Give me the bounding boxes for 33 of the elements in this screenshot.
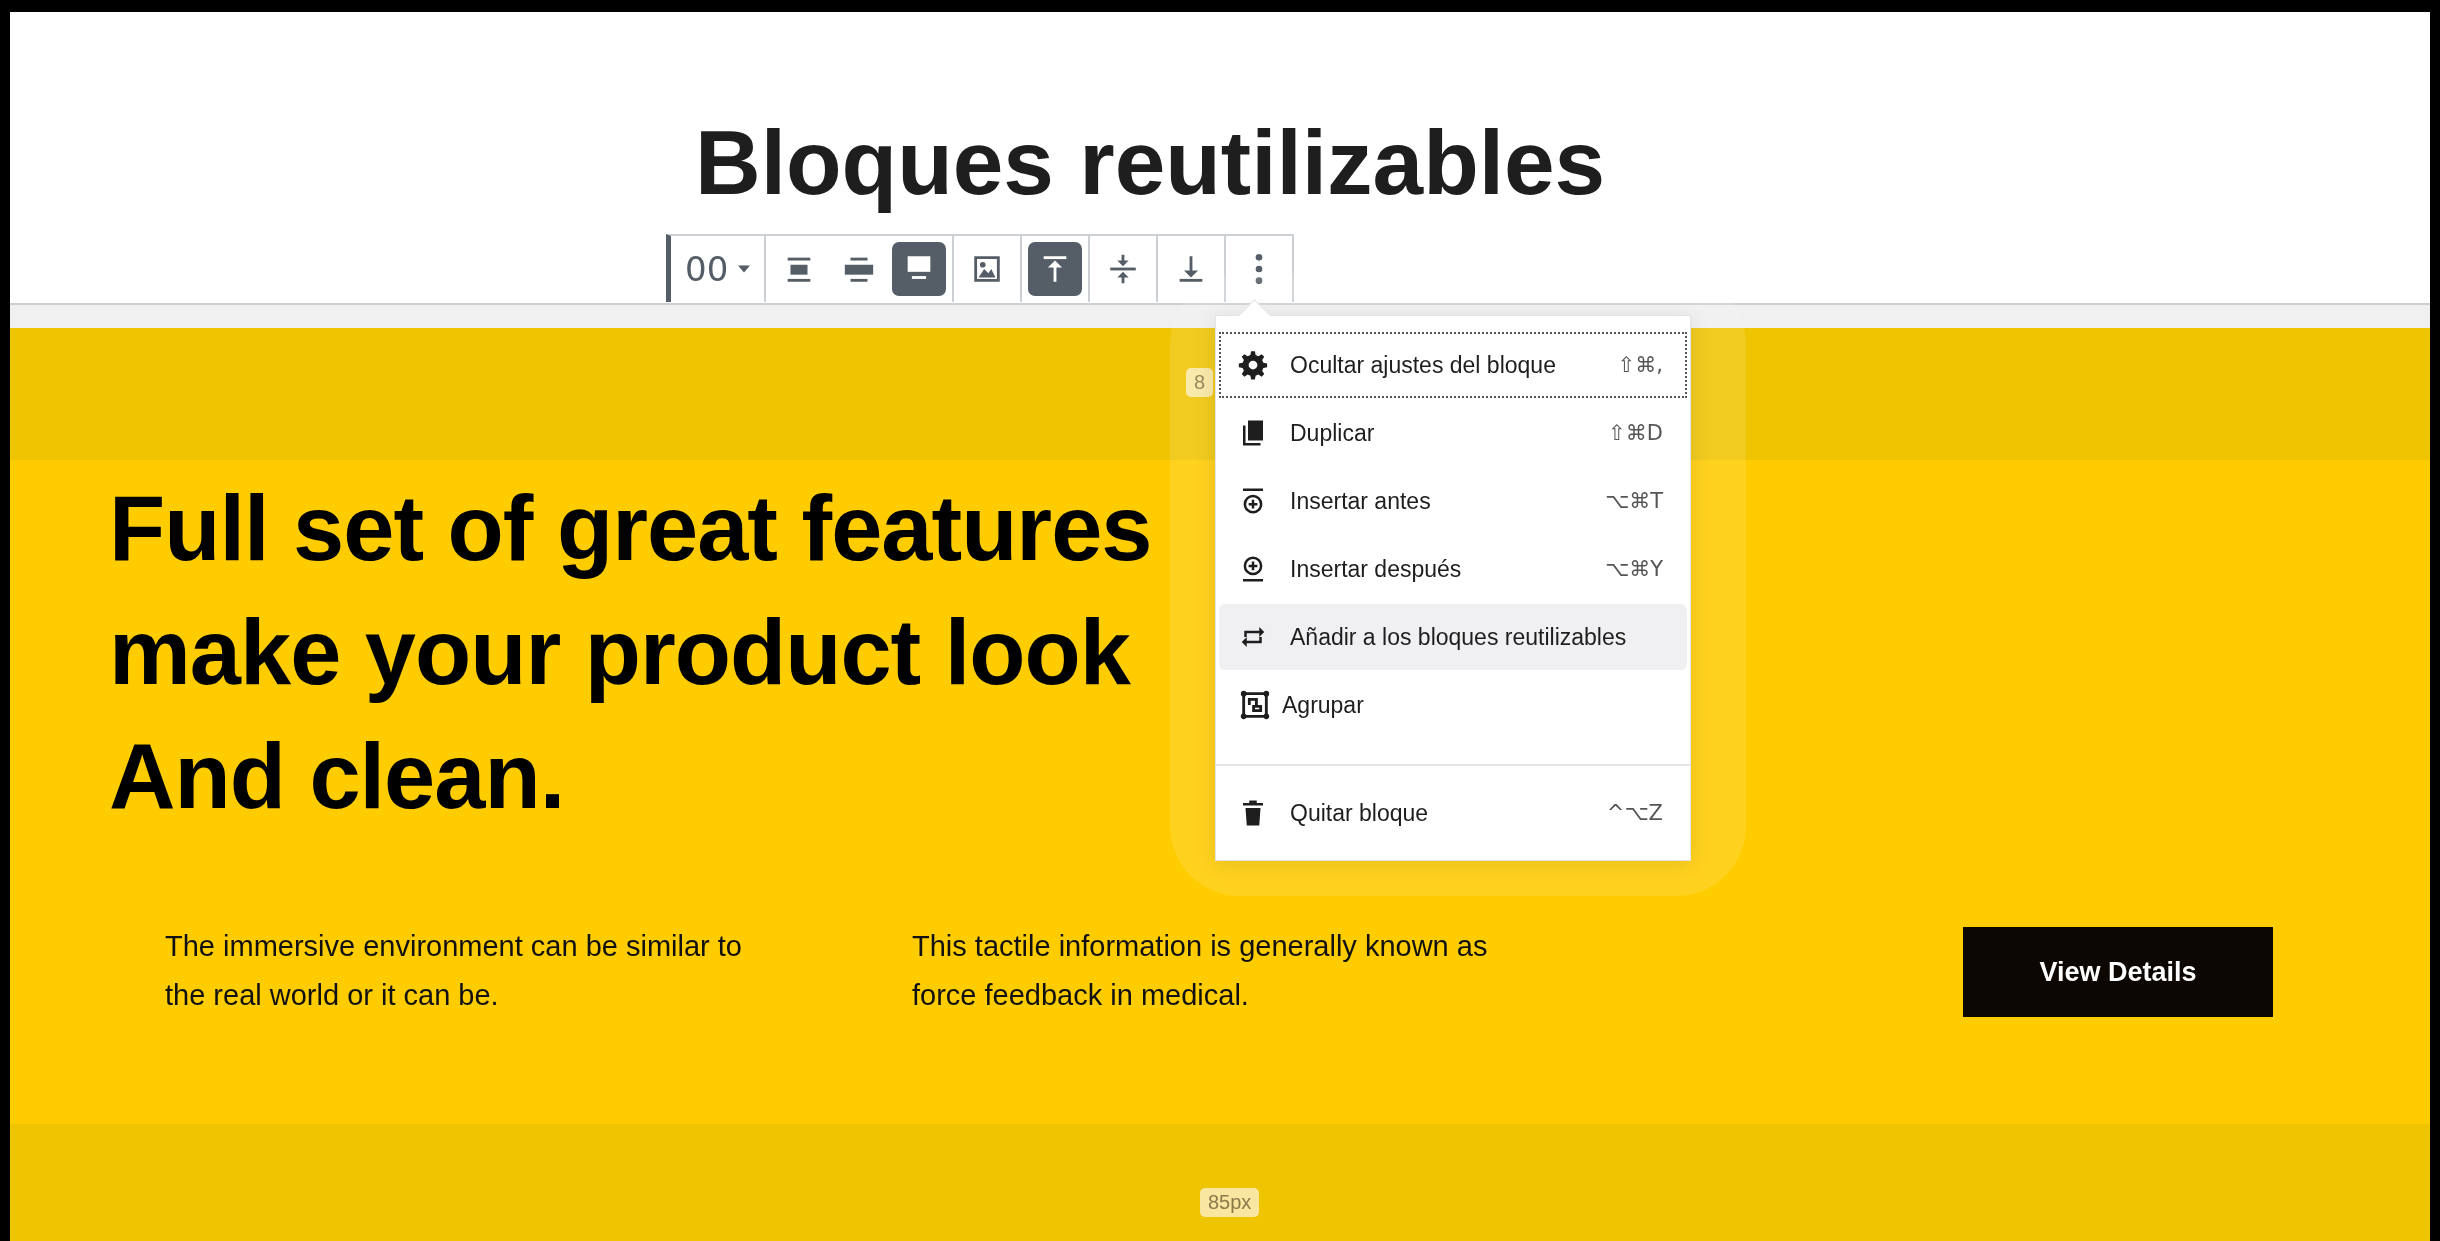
menu-item-label: Insertar antes (1290, 487, 1431, 515)
menu-item-label: Agrupar (1282, 691, 1364, 719)
keyboard-shortcut: ^⌥Z (1606, 801, 1663, 825)
menu-item-label: Ocultar ajustes del bloque (1290, 351, 1556, 379)
menu-item-label: Insertar después (1290, 555, 1462, 583)
paragraph: This tactile information is generally known as force feedback in medical. (912, 929, 1489, 1013)
cover-heading: Full set of great features make your product look And clean. (109, 476, 1152, 829)
more-options-icon (1254, 252, 1265, 286)
gear-icon (1238, 350, 1268, 380)
menu-item[interactable]: Quitar bloque ^⌥Z (1219, 780, 1687, 846)
menu-item[interactable]: Agrupar (1219, 672, 1687, 738)
menu-item-label: Quitar bloque (1290, 799, 1429, 827)
menu-item[interactable]: Insertar después ⌥⌘Y (1219, 536, 1687, 602)
caret-icon (738, 265, 751, 273)
block-type-switcher[interactable]: 00 (677, 241, 759, 297)
menu-item[interactable]: Ocultar ajustes del bloque ⇧⌘, (1219, 332, 1687, 398)
keyboard-shortcut: ⌥⌘Y (1604, 557, 1663, 581)
menu-item[interactable]: Añadir a los bloques reutilizables (1219, 604, 1687, 670)
menu-item[interactable]: Duplicar ⇧⌘D (1219, 400, 1687, 466)
toolbar-button[interactable] (892, 242, 947, 296)
page-title: Bloques reutilizables (695, 111, 1607, 215)
keyboard-shortcut: ⇧⌘D (1608, 421, 1663, 445)
size-label: 85px (1200, 1188, 1260, 1217)
menu-item-label: Duplicar (1290, 419, 1375, 447)
group-icon (1238, 688, 1272, 722)
keyboard-shortcut: ⌥⌘T (1604, 489, 1663, 513)
view-details-button[interactable]: View Details (1963, 927, 2273, 1017)
menu-item[interactable]: Insertar antes ⌥⌘T (1219, 468, 1687, 534)
size-label: 8 (1186, 368, 1214, 397)
toolbar-button[interactable] (1028, 242, 1083, 296)
keyboard-shortcut: ⇧⌘, (1617, 353, 1663, 377)
paragraph: The immersive environment can be similar to the real world or it can be. (165, 929, 743, 1013)
menu-item-label: Añadir a los bloques reutilizables (1290, 623, 1627, 651)
